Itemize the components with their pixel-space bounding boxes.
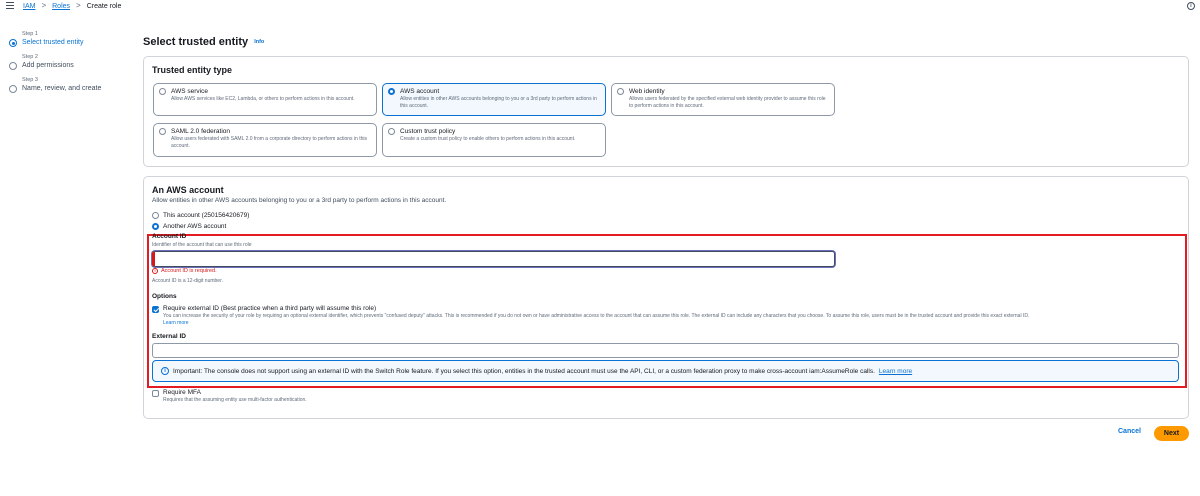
step-number: Step 3 [22,77,38,83]
tile-aws-account[interactable]: AWS account Allow entities in other AWS … [382,83,606,116]
step-pending-icon [9,62,17,70]
step-2: Step 2 Add permissions [8,54,118,71]
radio-this-account[interactable]: This account (250156420679) [152,212,249,219]
info-link[interactable]: Info [254,39,264,45]
tile-title: Web identity [629,88,665,95]
radio-icon[interactable] [159,88,166,95]
top-bar: IAM > Roles > Create role i [0,0,1200,12]
error-icon: ! [152,268,158,274]
step-3: Step 3 Name, review, and create [8,77,118,94]
step-label: Name, review, and create [22,85,102,92]
step-active-icon [9,39,17,47]
external-id-desc-text: You can increase the security of your ro… [163,313,1030,319]
step-number: Step 2 [22,54,38,60]
tile-desc: Create a custom trust policy to enable o… [400,136,576,142]
tile-aws-service[interactable]: AWS service Allow AWS services like EC2,… [153,83,377,116]
trusted-entity-heading: Trusted entity type [152,65,233,75]
tile-title: AWS service [171,88,208,95]
radio-icon[interactable] [159,128,166,135]
external-id-check-desc: You can increase the security of your ro… [163,313,1029,320]
external-id-check-label: Require external ID (Best practice when … [163,305,377,312]
tile-title: SAML 2.0 federation [171,128,231,135]
account-id-hint: Identifier of the account that can use t… [152,242,252,248]
account-id-input[interactable] [152,251,835,267]
tile-title: Custom trust policy [400,128,456,135]
breadcrumb-current: Create role [86,2,122,10]
chevron-right-icon: > [76,1,81,10]
trusted-entity-panel: Trusted entity type AWS service Allow AW… [143,56,1189,167]
tile-title: AWS account [400,88,440,95]
tile-web-identity[interactable]: Web identity Allows users federated by t… [611,83,835,116]
breadcrumb: IAM > Roles > Create role [23,2,121,10]
external-id-checkbox-row[interactable]: Require external ID (Best practice when … [152,305,1182,327]
cancel-button[interactable]: Cancel [1118,428,1141,435]
account-id-constraint: Account ID is a 12-digit number. [152,278,223,284]
error-text: Account ID is required. [161,268,217,274]
chevron-right-icon: > [41,1,47,10]
tile-desc: Allow AWS services like EC2, Lambda, or … [171,96,355,102]
breadcrumb-roles[interactable]: Roles [52,3,70,10]
account-id-error: ! Account ID is required. [152,268,217,274]
account-id-label: Account ID [152,233,187,240]
next-button[interactable]: Next [1154,426,1189,441]
hamburger-icon[interactable] [6,2,14,9]
external-id-input[interactable] [152,343,1179,358]
breadcrumb-iam[interactable]: IAM [23,3,35,10]
checkbox-icon[interactable] [152,390,159,397]
external-id-label: External ID [152,333,186,340]
wizard-steps: Step 1 Select trusted entity Step 2 Add … [8,31,118,100]
page-title: Select trusted entity Info [143,36,264,48]
radio-icon[interactable] [388,128,395,135]
tile-desc: Allows users federated by the specified … [629,96,826,109]
info-alert: i Important: The console does not suppor… [152,360,1179,382]
aws-account-description: Allow entities in other AWS accounts bel… [152,197,447,204]
radio-icon[interactable] [617,88,624,95]
radio-label: Another AWS account [163,223,227,230]
info-icon: i [161,367,169,375]
radio-icon[interactable] [152,212,159,219]
tile-desc: Allow users federated with SAML 2.0 from… [171,136,368,149]
tile-custom-trust-policy[interactable]: Custom trust policy Create a custom trus… [382,123,606,157]
options-label: Options [152,293,177,300]
info-circle-icon[interactable]: i [1187,2,1195,10]
step-label: Add permissions [22,62,74,69]
learn-more-link[interactable]: Learn more [879,368,912,375]
alert-text: Important: The console does not support … [173,367,875,375]
radio-selected-icon[interactable] [388,88,395,95]
page-title-text: Select trusted entity [143,36,249,48]
step-number: Step 1 [22,31,38,37]
aws-account-heading: An AWS account [152,185,224,195]
tile-saml-federation[interactable]: SAML 2.0 federation Allow users federate… [153,123,377,157]
checkbox-checked-icon[interactable] [152,306,159,313]
learn-more-link[interactable]: Learn more [163,320,189,326]
tile-desc: Allow entities in other AWS accounts bel… [400,96,597,109]
mfa-checkbox-row[interactable]: Require MFA Requires that the assuming e… [152,389,307,404]
radio-label: This account (250156420679) [163,212,250,219]
step-1[interactable]: Step 1 Select trusted entity [8,31,118,48]
step-label: Select trusted entity [22,39,84,46]
radio-another-account[interactable]: Another AWS account [152,223,226,230]
radio-selected-icon[interactable] [152,223,159,230]
mfa-check-label: Require MFA [163,389,201,396]
mfa-check-desc: Requires that the assuming entity use mu… [163,397,307,403]
step-pending-icon [9,85,17,93]
